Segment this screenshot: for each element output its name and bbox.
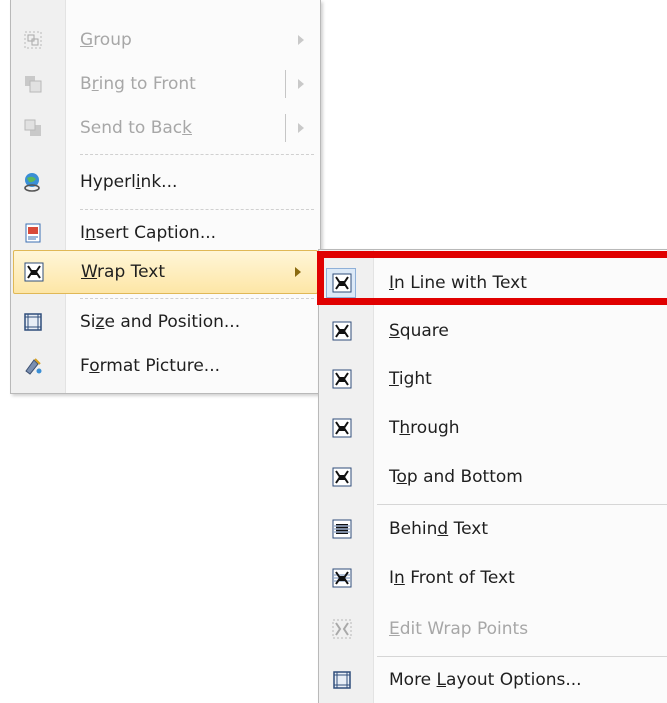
submenu-arrow-icon [295,267,301,277]
behind-text-icon [332,519,352,539]
menu-item-wrap-text[interactable]: Wrap Text [13,250,318,294]
submenu-item-label: In Front of Text [389,568,515,588]
context-menu: Group Bring to Front Send to Back Hyperl… [10,0,321,394]
size-position-icon [24,313,42,331]
wrap-text-icon [24,262,44,282]
submenu-arrow-icon [298,35,304,45]
send-to-back-icon [24,119,41,136]
menu-item-insert-caption[interactable]: Insert Caption... [11,211,320,255]
submenu-item-label: Tight [389,369,432,389]
submenu-item-square[interactable]: Square [319,309,667,353]
group-icon [24,31,42,49]
bring-to-front-icon [25,76,42,93]
square-wrap-icon [332,321,352,341]
submenu-item-tight[interactable]: Tight [319,357,667,401]
menu-separator [80,209,314,210]
top-bottom-wrap-icon [332,467,352,487]
submenu-item-in-front-of-text[interactable]: In Front of Text [319,556,667,600]
menu-separator [80,298,314,299]
submenu-item-more-layout-options[interactable]: More Layout Options... [319,658,667,702]
submenu-item-through[interactable]: Through [319,406,667,450]
menu-item-label: Format Picture... [80,356,221,376]
menu-item-label: Hyperlink... [80,172,178,192]
submenu-item-label: More Layout Options... [389,670,582,690]
submenu-item-label: Square [389,321,449,341]
menu-item-bring-to-front[interactable]: Bring to Front [11,62,320,106]
wrap-text-submenu: In Line with Text Square Tight Through T… [318,249,667,703]
menu-separator [377,656,667,657]
submenu-item-edit-wrap-points[interactable]: Edit Wrap Points [319,607,667,651]
submenu-arrow-icon[interactable] [298,123,304,133]
menu-item-format-picture[interactable]: Format Picture... [11,344,320,388]
annotation-highlight-box [317,251,667,305]
hyperlink-icon [24,173,40,192]
submenu-item-top-and-bottom[interactable]: Top and Bottom [319,455,667,499]
submenu-item-behind-text[interactable]: Behind Text [319,507,667,551]
in-front-of-text-icon [332,568,352,588]
menu-separator [377,504,667,505]
insert-caption-icon [25,223,41,243]
split-divider [285,114,286,142]
menu-item-size-position[interactable]: Size and Position... [11,300,320,344]
more-layout-options-icon [333,671,351,689]
submenu-item-label: Behind Text [389,519,488,539]
menu-item-label: Wrap Text [81,262,166,282]
menu-item-hyperlink[interactable]: Hyperlink... [11,160,320,204]
submenu-item-label: Edit Wrap Points [389,619,529,639]
submenu-item-label: Through [389,418,460,438]
format-picture-icon [25,358,42,375]
through-wrap-icon [332,418,352,438]
menu-item-label: Size and Position... [80,312,241,332]
menu-item-label: Send to Back [80,118,192,138]
menu-separator [80,154,314,155]
menu-item-label: Bring to Front [80,74,196,94]
submenu-item-label: Top and Bottom [389,467,523,487]
submenu-arrow-icon[interactable] [298,79,304,89]
menu-item-label: Insert Caption... [80,223,217,243]
tight-wrap-icon [332,369,352,389]
menu-item-label: Group [80,30,132,50]
menu-item-group[interactable]: Group [11,18,320,62]
split-divider [285,70,286,98]
edit-wrap-points-icon [332,619,352,639]
menu-item-send-to-back[interactable]: Send to Back [11,106,320,150]
